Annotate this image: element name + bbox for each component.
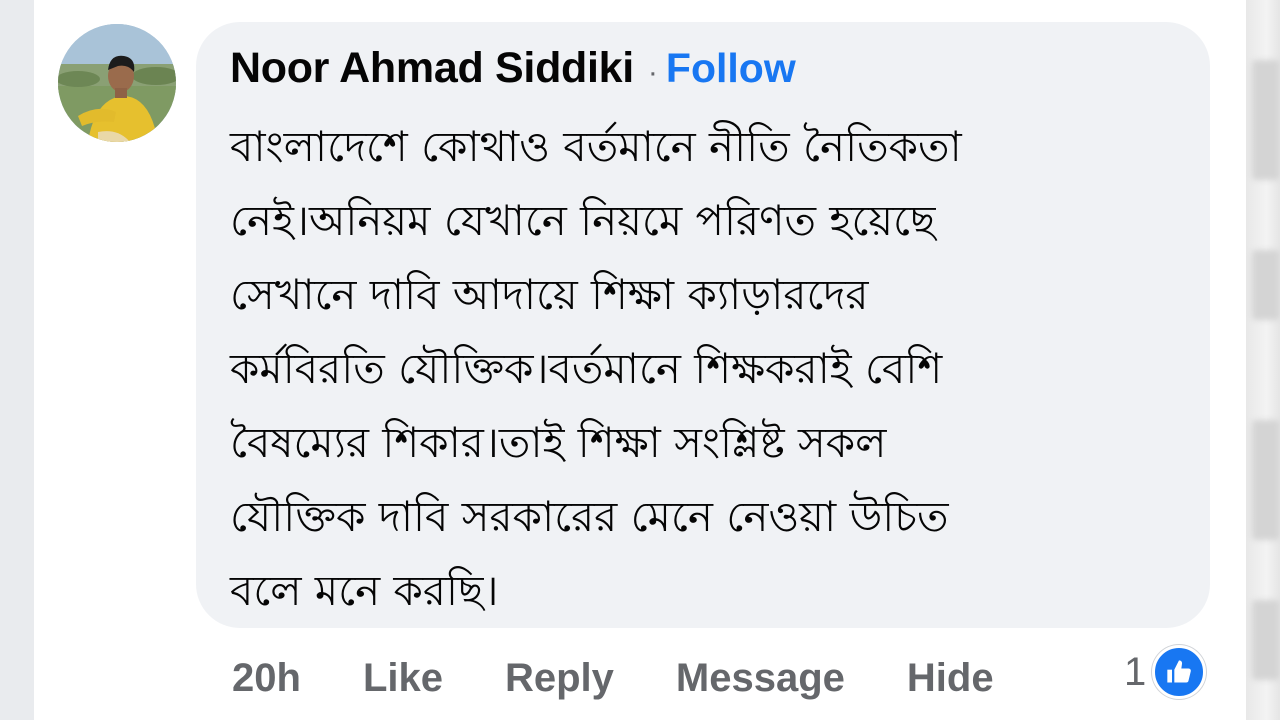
comment-line: বাংলাদেশে কোথাও বর্তমানে নীতি নৈতিকতা — [230, 122, 962, 171]
timestamp-link[interactable]: 20h — [232, 656, 301, 701]
comment-line: বলে মনে করছি। — [230, 566, 499, 615]
left-edge — [0, 0, 34, 720]
comment-line: কর্মবিরতি যৌক্তিক।বর্তমানে শিক্ষকরাই বেশ… — [230, 344, 943, 393]
reaction-count: 1 — [1124, 649, 1147, 694]
follow-button[interactable]: Follow — [666, 45, 796, 92]
reaction-summary[interactable]: 1 — [1124, 644, 1207, 700]
comment-line: যৌক্তিক দাবি সরকারের মেনে নেওয়া উচিত — [230, 492, 949, 541]
comment-bubble: Noor Ahmad Siddiki · Follow বাংলাদেশে কো… — [196, 22, 1210, 628]
comment-line: সেখানে দাবি আদায়ে শিক্ষা ক্যাড়ারদের — [230, 270, 869, 319]
hide-button[interactable]: Hide — [907, 656, 994, 701]
comment-line: বৈষম্যের শিকার।তাই শিক্ষা সংশ্লিষ্ট সকল — [230, 418, 887, 467]
avatar-image — [58, 24, 176, 142]
comment-header: Noor Ahmad Siddiki · Follow — [230, 44, 1210, 104]
comment-text: বাংলাদেশে কোথাও বর্তমানে নীতি নৈতিকতা নে… — [230, 110, 1160, 628]
message-button[interactable]: Message — [676, 656, 845, 701]
separator-dot: · — [647, 56, 658, 89]
avatar[interactable] — [58, 24, 176, 142]
comment-line: নেই।অনিয়ম যেখানে নিয়মে পরিণত হয়েছে — [230, 196, 936, 245]
comment-page: Noor Ahmad Siddiki · Follow বাংলাদেশে কো… — [0, 0, 1280, 720]
author-name[interactable]: Noor Ahmad Siddiki — [230, 44, 634, 93]
comment-actions: 20h Like Reply Message Hide — [232, 650, 1056, 706]
like-button[interactable]: Like — [363, 656, 443, 701]
reply-button[interactable]: Reply — [505, 656, 614, 701]
thumbs-up-icon — [1152, 645, 1207, 699]
right-edge-blurred-content — [1246, 0, 1280, 720]
